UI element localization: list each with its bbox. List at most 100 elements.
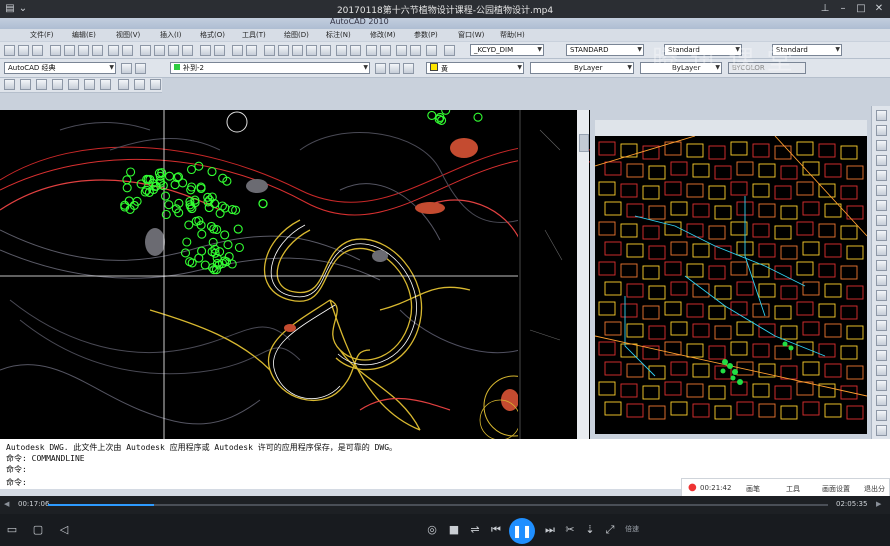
pause-button[interactable]: ❚❚ (509, 518, 535, 544)
seek-track[interactable] (48, 504, 828, 506)
toolbar-icon[interactable] (68, 79, 79, 90)
workspace-select[interactable]: AutoCAD 经典 ▼ (4, 62, 116, 74)
modify-tool-icon[interactable] (876, 155, 887, 166)
toolbar-icon[interactable] (306, 45, 317, 56)
drawing-canvas-secondary[interactable] (595, 136, 867, 434)
modify-tool-icon[interactable] (876, 380, 887, 391)
modify-tool-icon[interactable] (876, 350, 887, 361)
menu-parametric[interactable]: 参数(P) (414, 30, 438, 40)
menu-edit[interactable]: 编辑(E) (72, 30, 96, 40)
previous-icon[interactable]: ⏮ (488, 522, 504, 538)
toolbar-icon[interactable] (444, 45, 455, 56)
toolbar-icon[interactable] (108, 45, 119, 56)
toolbar-icon[interactable] (426, 45, 437, 56)
toolbar-icon[interactable] (4, 79, 15, 90)
toolbar-icon[interactable] (64, 45, 75, 56)
color-select[interactable]: 黄 ▼ (426, 62, 524, 74)
toolbar-icon[interactable] (50, 45, 61, 56)
playlist-icon[interactable]: ▭ (4, 522, 20, 538)
modify-tool-icon[interactable] (876, 425, 887, 436)
modify-tool-icon[interactable] (876, 245, 887, 256)
toolbar-icon[interactable] (200, 45, 211, 56)
dim-style-select[interactable]: STANDARD ▼ (566, 44, 644, 56)
download-icon[interactable]: ⇣ (582, 522, 598, 538)
menu-view[interactable]: 视图(V) (116, 30, 140, 40)
toolbar-icon[interactable] (140, 45, 151, 56)
cut-icon[interactable]: ✂ (562, 522, 578, 538)
minimize-icon[interactable]: – (836, 2, 850, 16)
toolbar-icon[interactable] (336, 45, 347, 56)
toolbar-icon[interactable] (246, 45, 257, 56)
toolbar-icon[interactable] (366, 45, 377, 56)
skip-back-icon[interactable]: ◀ (4, 500, 9, 508)
layer-select[interactable]: 补到-2 ▼ (170, 62, 370, 74)
modify-tool-icon[interactable] (876, 275, 887, 286)
toolbar-icon[interactable] (292, 45, 303, 56)
layer-previous-icon[interactable] (389, 63, 400, 74)
vertical-scrollbar[interactable] (577, 110, 589, 439)
layer-manager-icon[interactable] (135, 63, 146, 74)
modify-tool-icon[interactable] (876, 395, 887, 406)
snapshot-icon[interactable]: ◎ (424, 522, 440, 538)
toolbar-icon[interactable] (122, 45, 133, 56)
toolbar-icon[interactable] (396, 45, 407, 56)
toolbar-icon[interactable] (52, 79, 63, 90)
modify-tool-icon[interactable] (876, 335, 887, 346)
toolbar-icon[interactable] (4, 45, 15, 56)
modify-tool-icon[interactable] (876, 320, 887, 331)
layer-state-icon[interactable] (403, 63, 414, 74)
toolbar-icon[interactable] (182, 45, 193, 56)
modify-tool-icon[interactable] (876, 140, 887, 151)
toolbar-icon[interactable] (84, 79, 95, 90)
toolbar-icon[interactable] (150, 79, 161, 90)
fullscreen-icon[interactable]: ⤢ (602, 522, 618, 538)
toolbar-icon[interactable] (154, 45, 165, 56)
modify-tool-icon[interactable] (876, 365, 887, 376)
command-prompt[interactable]: 命令: (6, 477, 27, 488)
modify-tool-icon[interactable] (876, 410, 887, 421)
exit-button[interactable]: 退出分 (864, 484, 885, 494)
modify-tool-icon[interactable] (876, 230, 887, 241)
toolbar-icon[interactable] (36, 79, 47, 90)
menu-modify[interactable]: 修改(M) (370, 30, 396, 40)
toolbar-icon[interactable] (264, 45, 275, 56)
toolbar-icon[interactable] (92, 45, 103, 56)
tools-button[interactable]: 工具 (786, 484, 800, 494)
modify-tool-icon[interactable] (876, 305, 887, 316)
menu-help[interactable]: 帮助(H) (500, 30, 525, 40)
modify-tool-icon[interactable] (876, 170, 887, 181)
next-icon[interactable]: ⏭ (542, 522, 558, 538)
menu-tools[interactable]: 工具(T) (242, 30, 266, 40)
menu-format[interactable]: 格式(O) (200, 30, 225, 40)
mute-icon[interactable]: ◁ (56, 522, 72, 538)
menu-insert[interactable]: 插入(I) (160, 30, 182, 40)
modify-tool-icon[interactable] (876, 215, 887, 226)
modify-tool-icon[interactable] (876, 260, 887, 271)
speed-button[interactable]: 倍速 (625, 524, 639, 534)
toolbar-icon[interactable] (278, 45, 289, 56)
modify-tool-icon[interactable] (876, 200, 887, 211)
toolbar-icon[interactable] (20, 79, 31, 90)
maximize-icon[interactable]: □ (854, 2, 868, 16)
menu-file[interactable]: 文件(F) (30, 30, 54, 40)
toolbar-icon[interactable] (410, 45, 421, 56)
settings-icon[interactable]: ⇌ (467, 522, 483, 538)
toolbar-icon[interactable] (78, 45, 89, 56)
modify-tool-icon[interactable] (876, 110, 887, 121)
toolbar-icon[interactable] (134, 79, 145, 90)
toolbar-icon[interactable] (32, 45, 43, 56)
pin-icon[interactable]: ⊥ (818, 2, 832, 16)
toolbar-icon[interactable] (320, 45, 331, 56)
close-icon[interactable]: ✕ (872, 2, 886, 16)
skip-forward-icon[interactable]: ▶ (876, 500, 881, 508)
drawing-canvas-main[interactable] (0, 110, 590, 439)
make-current-layer-icon[interactable] (375, 63, 386, 74)
pen-button[interactable]: 画笔 (746, 484, 760, 494)
menu-window[interactable]: 窗口(W) (458, 30, 484, 40)
screen-settings-button[interactable]: 画面设置 (822, 484, 850, 494)
toolbar-icon[interactable] (18, 45, 29, 56)
toolbar-icon[interactable] (350, 45, 361, 56)
modify-tool-icon[interactable] (876, 290, 887, 301)
modify-tool-icon[interactable] (876, 125, 887, 136)
scroll-thumb[interactable] (579, 134, 589, 152)
